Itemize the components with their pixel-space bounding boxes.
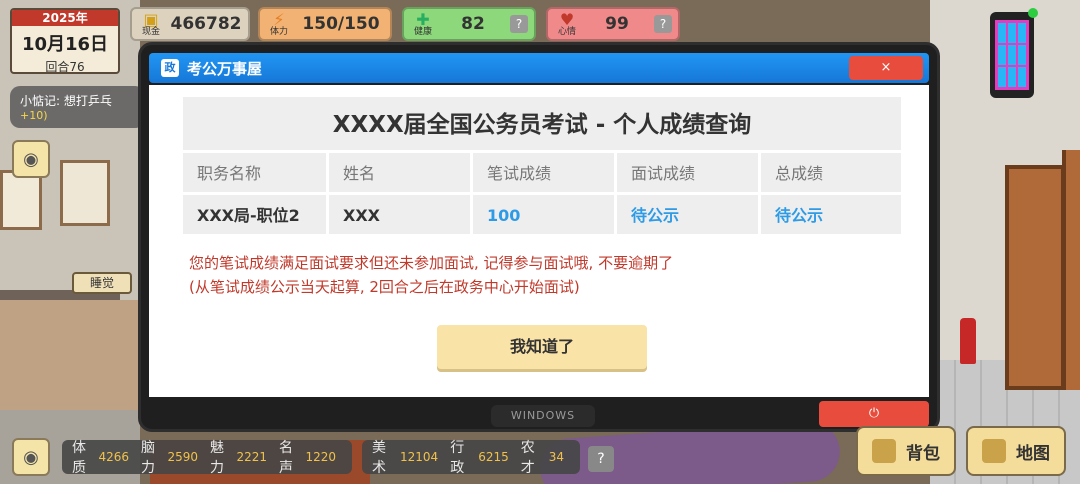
wall-picture-portrait xyxy=(60,160,110,226)
round-label: 回合76 xyxy=(45,60,85,74)
stat-value: 1220 xyxy=(305,450,336,464)
table-title: XXXX届全国公务员考试 - 个人成绩查询 xyxy=(183,97,901,153)
plus-icon: ✚ 健康 xyxy=(413,9,432,37)
mood-value: 99 xyxy=(605,14,629,34)
cell-name: XXX xyxy=(329,195,473,234)
health-help-button[interactable]: ? xyxy=(510,15,528,33)
fire-extinguisher xyxy=(960,318,976,364)
interview-reminder: 您的笔试成绩满足面试要求但还未参加面试, 记得参与面试哦, 不要逾期了 (从笔试… xyxy=(189,251,673,299)
coin-icon: ▣ 现金 xyxy=(141,9,160,37)
phone-screen xyxy=(995,20,1029,90)
door[interactable] xyxy=(1005,165,1065,390)
header-interview-score: 面试成绩 xyxy=(617,153,761,192)
mood-meter: ♥ 心情 99 ? xyxy=(546,7,680,41)
bag-button[interactable]: 背包 xyxy=(856,426,956,476)
windows-label: WINDOWS xyxy=(491,405,595,427)
bed[interactable] xyxy=(0,300,140,410)
stamina-value: 150/150 xyxy=(302,14,380,34)
notice-text: 小惦记: 想打乒乓 xyxy=(20,94,112,108)
score-table: XXXX届全国公务员考试 - 个人成绩查询 职务名称 姓名 笔试成绩 面试成绩 … xyxy=(183,97,901,237)
backpack-icon xyxy=(872,439,896,463)
stat-value: 4266 xyxy=(98,450,129,464)
lightning-icon: ⚡ 体力 xyxy=(269,9,288,37)
date-card: 2025年 10月16日 回合76 xyxy=(10,8,120,74)
mood-help-button[interactable]: ? xyxy=(654,15,672,33)
window-title: 考公万事屋 xyxy=(187,59,263,78)
header-total-score: 总成绩 xyxy=(761,153,901,192)
sleep-label[interactable]: 睡觉 xyxy=(72,272,132,294)
door-frame xyxy=(1062,150,1080,390)
stats-panel-skills: 美术 12104 行政 6215 农才 34 xyxy=(362,440,580,476)
stat-label: 魅力 xyxy=(210,440,224,476)
map-icon xyxy=(982,439,1006,463)
phone-button[interactable] xyxy=(990,8,1038,98)
stats-help-button[interactable]: ? xyxy=(588,446,614,472)
stat-label: 脑力 xyxy=(141,440,155,476)
reminder-line-1: 您的笔试成绩满足面试要求但还未参加面试, 记得参与面试哦, 不要逾期了 xyxy=(189,254,674,272)
power-button[interactable]: ⏻ xyxy=(819,401,929,427)
stat-label: 行政 xyxy=(450,440,465,476)
stat-value: 34 xyxy=(548,450,565,464)
header-name: 姓名 xyxy=(329,153,473,192)
eye-icon[interactable]: ◉ xyxy=(12,438,50,476)
stat-value: 2221 xyxy=(236,450,267,464)
stat-label: 体质 xyxy=(72,440,86,476)
wall-picture-plant xyxy=(0,170,42,230)
bag-label: 背包 xyxy=(906,443,940,464)
notification-dot xyxy=(1028,8,1038,18)
notice-bubble[interactable]: 小惦记: 想打乒乓 +10) xyxy=(10,86,145,128)
app-window: 政 考公万事屋 × XXXX届全国公务员考试 - 个人成绩查询 职务名称 姓名 … xyxy=(138,42,940,432)
cash-meter: ▣ 现金 466782 xyxy=(130,7,250,41)
header-written-score: 笔试成绩 xyxy=(473,153,617,192)
reminder-line-2: (从笔试成绩公示当天起算, 2回合之后在政务中心开始面试) xyxy=(189,278,580,296)
stat-value: 12104 xyxy=(400,450,439,464)
date-label: 10月16日 xyxy=(21,34,109,55)
app-logo-icon: 政 xyxy=(161,59,179,77)
cell-written-score: 100 xyxy=(473,195,617,234)
stat-value: 6215 xyxy=(478,450,509,464)
cell-total-score: 待公示 xyxy=(761,195,901,234)
notice-bonus: +10) xyxy=(20,109,48,122)
health-value: 82 xyxy=(461,14,485,34)
header-position: 职务名称 xyxy=(183,153,329,192)
heart-icon: ♥ 心情 xyxy=(557,9,576,37)
stat-value: 2590 xyxy=(167,450,198,464)
stats-panel-primary: 体质 4266 脑力 2590 魅力 2221 名声 1220 xyxy=(62,440,352,476)
eye-icon[interactable]: ◉ xyxy=(12,140,50,178)
map-label: 地图 xyxy=(1016,443,1050,464)
health-meter: ✚ 健康 82 ? xyxy=(402,7,536,41)
acknowledge-button[interactable]: 我知道了 xyxy=(437,325,647,369)
stamina-meter: ⚡ 体力 150/150 xyxy=(258,7,392,41)
cell-interview-score: 待公示 xyxy=(617,195,761,234)
cell-position: XXX局-职位2 xyxy=(183,195,329,234)
window-content: XXXX届全国公务员考试 - 个人成绩查询 职务名称 姓名 笔试成绩 面试成绩 … xyxy=(149,85,929,397)
year-label: 2025年 xyxy=(12,10,118,26)
stat-label: 名声 xyxy=(279,440,293,476)
stat-label: 美术 xyxy=(372,440,386,476)
cash-value: 466782 xyxy=(170,14,242,34)
table-header-row: 职务名称 姓名 笔试成绩 面试成绩 总成绩 xyxy=(183,153,901,195)
stat-label: 农才 xyxy=(520,440,535,476)
table-row: XXX局-职位2 XXX 100 待公示 待公示 xyxy=(183,195,901,237)
map-button[interactable]: 地图 xyxy=(966,426,1066,476)
window-titlebar: 政 考公万事屋 × xyxy=(149,53,929,83)
close-button[interactable]: × xyxy=(849,56,923,80)
